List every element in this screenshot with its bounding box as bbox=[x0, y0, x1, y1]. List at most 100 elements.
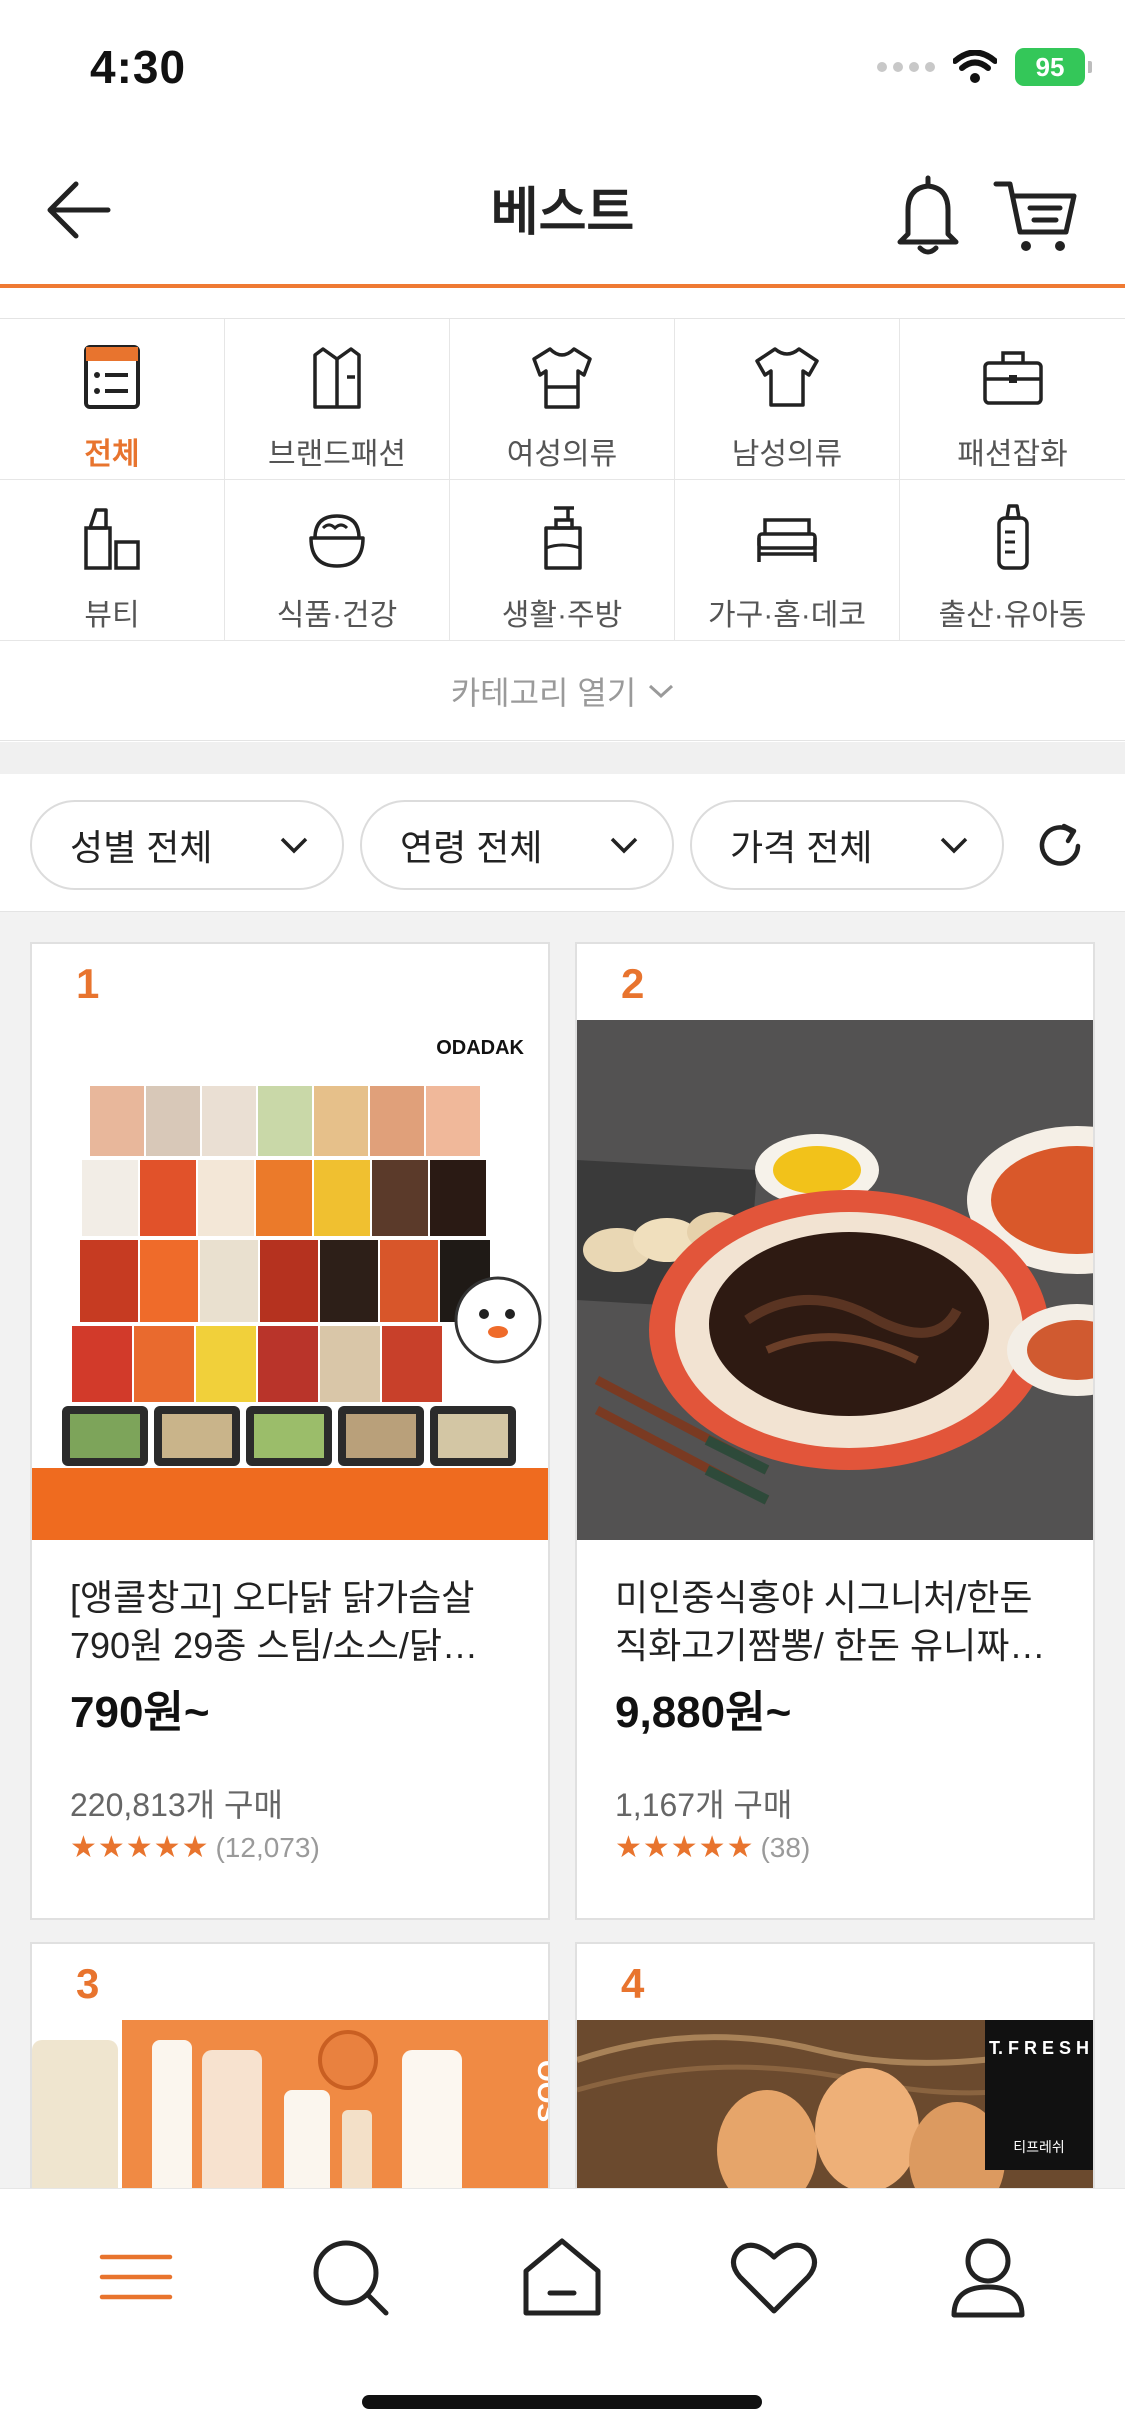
home-icon[interactable] bbox=[512, 2227, 612, 2327]
rating: ★★★★★ (12,073) bbox=[70, 1830, 320, 1865]
category-open-label: 카테고리 열기 bbox=[450, 674, 637, 711]
lipstick-icon bbox=[84, 508, 140, 570]
product-title-line: 미인중식홍야 시그니처/한돈 bbox=[615, 1577, 1033, 1618]
category-label: 가구·홈·데코 bbox=[708, 599, 866, 632]
rank-number: 4 bbox=[621, 1960, 645, 2007]
menu-icon[interactable] bbox=[86, 2227, 186, 2327]
tshirt-icon bbox=[755, 347, 819, 407]
battery-indicator: 95 bbox=[1015, 48, 1092, 86]
category-beauty[interactable]: 뷰티 bbox=[0, 480, 225, 641]
refresh-icon[interactable] bbox=[1030, 816, 1090, 876]
filter-label: 연령 전체 bbox=[400, 827, 543, 868]
brand-logo-sub: 티프레쉬 bbox=[1013, 2139, 1065, 2155]
bag-icon bbox=[982, 351, 1043, 405]
category-label: 패션잡화 bbox=[957, 438, 1068, 471]
heart-icon[interactable] bbox=[724, 2227, 824, 2327]
product-price: 790원~ bbox=[70, 1688, 210, 1737]
wifi-icon bbox=[953, 50, 997, 83]
baby-bottle-icon bbox=[996, 504, 1029, 570]
rank-number: 1 bbox=[76, 960, 100, 1007]
purchase-count: 220,813개 구매 bbox=[70, 1787, 283, 1823]
home-indicator bbox=[362, 2395, 762, 2409]
product-title[interactable]: 미인중식홍야 시그니처/한돈 직화고기짬뽕/ 한돈 유니짜… bbox=[615, 1574, 1065, 1670]
product-card[interactable]: 4 T. F R E S H 티프레쉬 bbox=[575, 1942, 1095, 2188]
category-label: 뷰티 bbox=[84, 599, 140, 632]
filter-label: 성별 전체 bbox=[70, 827, 213, 868]
product-title-line: 790원 29종 스팀/소스/닭… bbox=[70, 1625, 478, 1666]
status-time: 4:30 bbox=[90, 41, 187, 93]
category-fashion-accessories[interactable]: 패션잡화 bbox=[900, 319, 1125, 480]
category-section: 전체 브랜드패션 여성의류 남성의류 패션잡화 뷰티 식품·건강 생활·주방 가… bbox=[0, 318, 1125, 742]
product-price: 9,880원~ bbox=[615, 1688, 792, 1737]
shirt-icon bbox=[313, 347, 361, 409]
user-profile-icon[interactable] bbox=[938, 2227, 1038, 2327]
blouse-icon bbox=[532, 347, 592, 409]
product-title[interactable]: [앵콜창고] 오다닭 닭가슴살 790원 29종 스팀/소스/닭… bbox=[70, 1574, 520, 1670]
rank-number: 2 bbox=[621, 960, 645, 1007]
rating: ★★★★★ (38) bbox=[615, 1830, 810, 1865]
product-title-line: [앵콜창고] 오다닭 닭가슴살 bbox=[70, 1577, 475, 1618]
product-card[interactable]: 1 ODADAK [앵콜창고] 오다닭 닭가슴살 790원 29종 스팀/소스/… bbox=[30, 942, 550, 1920]
back-arrow-icon[interactable] bbox=[40, 170, 120, 250]
list-icon bbox=[84, 345, 140, 409]
category-womens-clothing[interactable]: 여성의류 bbox=[450, 319, 675, 480]
chevron-down-icon bbox=[610, 837, 638, 854]
product-image[interactable]: OOS bbox=[32, 2020, 548, 2188]
category-food-health[interactable]: 식품·건강 bbox=[225, 480, 450, 641]
battery-level: 95 bbox=[1035, 51, 1065, 82]
category-label: 출산·유아동 bbox=[938, 599, 1087, 632]
section-divider bbox=[0, 742, 1125, 774]
category-baby-kids[interactable]: 출산·유아동 bbox=[900, 480, 1125, 641]
category-living-kitchen[interactable]: 생활·주방 bbox=[450, 480, 675, 641]
shopping-cart-icon[interactable] bbox=[990, 170, 1080, 260]
brand-logo: ODADAK bbox=[436, 1037, 524, 1059]
price-filter-dropdown[interactable]: 가격 전체 bbox=[690, 800, 1004, 890]
product-image-graphic: OOS bbox=[32, 2020, 548, 2188]
age-filter-dropdown[interactable]: 연령 전체 bbox=[360, 800, 674, 890]
chevron-down-icon bbox=[280, 837, 308, 854]
product-grid: 1 ODADAK [앵콜창고] 오다닭 닭가슴살 790원 29종 스팀/소스/… bbox=[0, 912, 1125, 2188]
filter-label: 가격 전체 bbox=[730, 827, 873, 868]
product-image-graphic: ODADAK bbox=[32, 1020, 548, 1540]
pump-bottle-icon bbox=[544, 506, 582, 570]
product-card[interactable]: 2 미인중식홍야 시그니처/한돈 직화고기짬뽕/ 한돈 유니짜… 9,880원~… bbox=[575, 942, 1095, 1920]
category-label: 브랜드패션 bbox=[268, 438, 406, 471]
category-all[interactable]: 전체 bbox=[0, 319, 225, 480]
category-label: 식품·건강 bbox=[276, 599, 398, 632]
purchase-count: 1,167개 구매 bbox=[615, 1787, 793, 1823]
product-title-line: 직화고기짬뽕/ 한돈 유니짜… bbox=[615, 1625, 1046, 1666]
product-image-graphic bbox=[577, 1020, 1093, 1540]
category-open-button[interactable]: 카테고리 열기 bbox=[0, 641, 1125, 741]
star-rating-icon: ★★★★★ bbox=[615, 1831, 755, 1864]
review-count: (12,073) bbox=[215, 1831, 320, 1863]
top-header: 베스트 bbox=[0, 140, 1125, 288]
category-label: 여성의류 bbox=[506, 438, 618, 471]
product-image[interactable] bbox=[577, 1020, 1093, 1540]
product-card[interactable]: 3 OOS bbox=[30, 1942, 550, 2188]
category-label: 생활·주방 bbox=[501, 599, 623, 632]
search-icon[interactable] bbox=[300, 2227, 400, 2327]
product-image[interactable]: T. F R E S H 티프레쉬 bbox=[577, 2020, 1093, 2188]
category-label: 전체 bbox=[84, 438, 140, 471]
status-bar: 4:30 95 bbox=[0, 0, 1125, 140]
chevron-down-icon bbox=[940, 837, 968, 854]
brand-logo: T. F R E S H bbox=[989, 2038, 1089, 2058]
category-furniture-home-deco[interactable]: 가구·홈·데코 bbox=[675, 480, 900, 641]
gender-filter-dropdown[interactable]: 성별 전체 bbox=[30, 800, 344, 890]
filter-row: 성별 전체 연령 전체 가격 전체 bbox=[0, 774, 1125, 912]
notification-bell-icon[interactable] bbox=[888, 170, 968, 260]
category-brand-fashion[interactable]: 브랜드패션 bbox=[225, 319, 450, 480]
rank-number: 3 bbox=[76, 1960, 100, 2007]
product-image[interactable]: ODADAK bbox=[32, 1020, 548, 1540]
bed-icon bbox=[757, 518, 817, 562]
category-label: 남성의류 bbox=[731, 438, 843, 471]
star-rating-icon: ★★★★★ bbox=[70, 1831, 210, 1864]
product-image-graphic: T. F R E S H 티프레쉬 bbox=[577, 2020, 1093, 2188]
review-count: (38) bbox=[760, 1831, 811, 1863]
brand-logo: OOS bbox=[532, 2060, 548, 2122]
category-mens-clothing[interactable]: 남성의류 bbox=[675, 319, 900, 480]
category-grid: 전체 브랜드패션 여성의류 남성의류 패션잡화 뷰티 식품·건강 생활·주방 가… bbox=[0, 319, 1125, 641]
cellular-signal-icon bbox=[877, 62, 935, 72]
chevron-down-icon bbox=[649, 684, 674, 698]
status-indicators: 95 bbox=[877, 48, 1092, 86]
